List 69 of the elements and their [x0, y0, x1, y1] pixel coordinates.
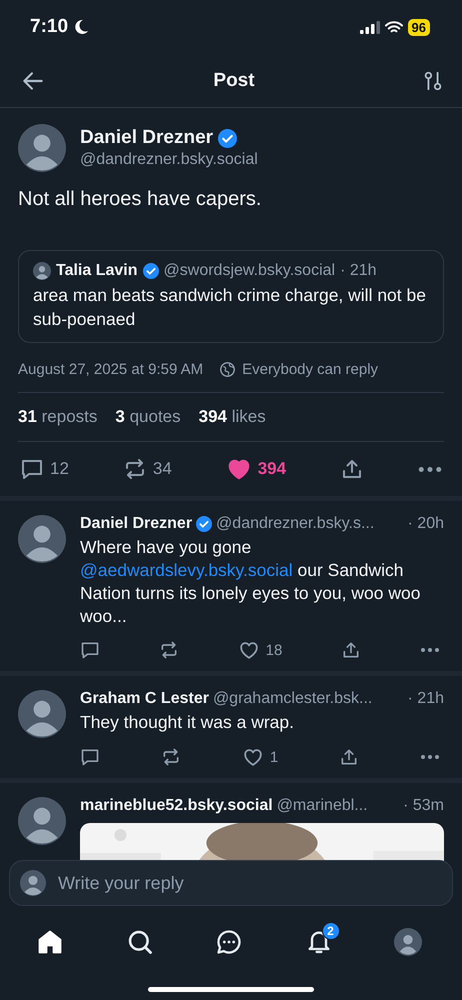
reply-setting[interactable]: Everybody can reply	[242, 361, 378, 378]
author-handle[interactable]: @marinebl...	[276, 797, 368, 815]
avatar	[33, 262, 51, 280]
more-icon	[420, 648, 440, 652]
repost-icon	[160, 747, 181, 767]
reply-text: Where have you gone @aedwardslevy.bsky.social our Sandwich Nation turns its lonely eyes to you, woo woo woo...	[80, 536, 422, 628]
settings-icon[interactable]	[422, 70, 444, 92]
share-button[interactable]	[341, 640, 362, 660]
reply-button[interactable]	[80, 747, 100, 767]
more-icon	[420, 755, 440, 759]
repost-button[interactable]: 34	[122, 457, 172, 482]
repost-button[interactable]	[160, 747, 181, 767]
author-handle[interactable]: @dandrezner.bsky.s...	[216, 515, 374, 534]
stat-count[interactable]: 3 quotes	[115, 407, 181, 428]
share-icon	[341, 640, 362, 660]
quoted-text: area man beats sandwich crime charge, will not be sub-poenaed	[33, 284, 427, 331]
avatar[interactable]	[18, 515, 66, 564]
signal-icon	[360, 20, 380, 34]
reply-button[interactable]: 12	[20, 457, 69, 482]
post-time: · 21h	[406, 690, 444, 708]
home-icon[interactable]	[36, 928, 64, 956]
page-title: Post	[213, 70, 255, 92]
clock-time: 7:10	[30, 16, 68, 38]
like-button[interactable]: 1	[242, 746, 278, 768]
composer-bar[interactable]: Write your reply	[9, 860, 453, 906]
author-handle[interactable]: @dandrezner.bsky.social	[80, 151, 258, 169]
wifi-icon	[384, 20, 403, 34]
reply-icon	[80, 640, 100, 660]
stat-count[interactable]: 394 likes	[198, 407, 266, 428]
reply-button[interactable]	[80, 640, 100, 660]
repost-icon	[158, 640, 179, 660]
moon-icon	[73, 19, 90, 35]
share-button[interactable]	[339, 747, 360, 767]
post-time: · 53m	[402, 797, 444, 815]
author-name: Talia Lavin	[56, 262, 138, 280]
post-time: · 20h	[406, 515, 444, 534]
reply-icon	[80, 747, 100, 767]
reply-icon	[20, 457, 44, 482]
share-icon	[339, 747, 360, 767]
like-button[interactable]: 394	[226, 456, 286, 482]
avatar[interactable]	[18, 797, 66, 845]
avatar[interactable]	[18, 690, 66, 738]
battery-level: 96	[408, 18, 430, 36]
chat-icon[interactable]	[215, 928, 243, 956]
repost-button[interactable]	[158, 640, 179, 660]
author-handle[interactable]: @grahamclester.bsk...	[212, 690, 372, 708]
like-button[interactable]: 18	[238, 639, 282, 662]
globe-icon	[219, 361, 236, 378]
quoted-post[interactable]: Talia Lavin @swordsjew.bsky.social · 21h area man beats sandwich crime charge, will not be sub-poenaed	[18, 250, 444, 344]
more-button[interactable]	[418, 466, 442, 472]
author-name[interactable]: Daniel Drezner	[80, 515, 192, 534]
more-button[interactable]	[420, 648, 440, 652]
notification-count: 2	[322, 922, 340, 940]
author-name[interactable]: Graham C Lester	[80, 690, 209, 708]
reply-text: They thought it was a wrap.	[80, 711, 295, 734]
post-timestamp: August 27, 2025 at 9:59 AM	[18, 361, 204, 378]
more-button[interactable]	[420, 755, 440, 759]
avatar[interactable]	[394, 928, 422, 956]
more-icon	[418, 466, 442, 472]
mention-link[interactable]: @aedwardslevy.bsky.social	[80, 560, 293, 580]
post-text: Not all heroes have capers.	[18, 187, 262, 212]
reply-field[interactable]: Write your reply	[56, 872, 442, 894]
stat-count[interactable]: 31 reposts	[18, 407, 98, 428]
author-handle: @swordsjew.bsky.social	[164, 262, 336, 280]
author-name[interactable]: marineblue52.bsky.social	[80, 797, 273, 815]
post-time: · 21h	[340, 262, 377, 280]
author-name[interactable]: Daniel Drezner	[80, 127, 214, 149]
avatar[interactable]	[18, 124, 66, 172]
avatar	[20, 870, 46, 896]
